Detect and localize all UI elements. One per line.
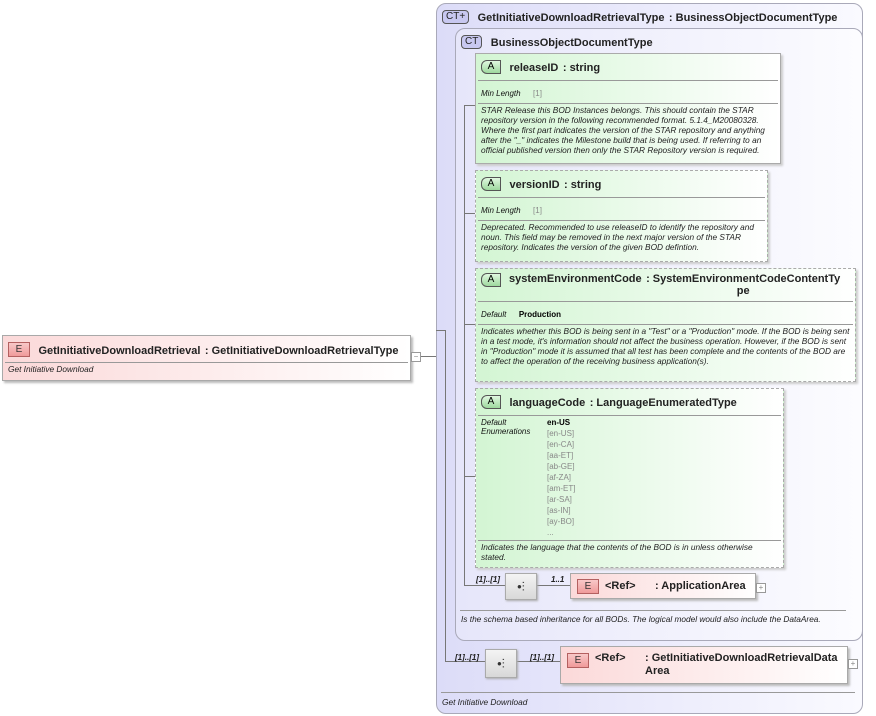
attribute-badge: A (481, 176, 501, 191)
facet-value: Production (518, 310, 562, 319)
attribute-name: releaseID (509, 62, 559, 74)
attribute-name: languageCode (509, 397, 586, 409)
child-occurs: [1]..[1] (530, 653, 554, 662)
attribute-languageCode[interactable]: A languageCode : LanguageEnumeratedType … (475, 388, 784, 568)
root-element-name: GetInitiativeDownloadRetrieval (38, 345, 201, 357)
ref-application-area[interactable]: E <Ref> : ApplicationArea (570, 573, 756, 599)
ref-data-area[interactable]: E <Ref> : GetInitiativeDownloadRetrieval… (560, 646, 848, 684)
complex-type-badge: CT (461, 34, 483, 49)
inner-type-name: BusinessObjectDocumentType (490, 37, 653, 49)
sequence-occurs: [1]..[1] (455, 653, 479, 662)
facet-value: [1] (533, 89, 542, 98)
child-occurs: 1..1 (551, 575, 565, 584)
enumeration-value: [ar-SA] (547, 495, 572, 504)
outer-type-base: : BusinessObjectDocumentType (668, 12, 838, 24)
enumeration-value: [af-ZA] (547, 473, 572, 482)
element-badge: E (567, 653, 589, 668)
ref-type: : ApplicationArea (655, 580, 746, 592)
facet-label: Default (481, 418, 507, 427)
attribute-desc: Deprecated. Recommended to use releaseID… (481, 222, 755, 252)
enumeration-value: [aa-ET] (547, 451, 574, 460)
attribute-versionID[interactable]: A versionID : string Min Length [1] Depr… (475, 170, 768, 262)
facet-label: Min Length (481, 206, 521, 215)
enumerations-label: Enumerations (481, 427, 531, 436)
root-element-desc: Get Initiative Download (8, 364, 94, 374)
inner-type-desc: Is the schema based inheritance for all … (461, 614, 821, 624)
facet-value: en-US (547, 418, 571, 427)
attribute-badge: A (481, 59, 501, 74)
complex-type-badge: CT+ (442, 9, 470, 24)
sequence-icon[interactable]: •⫶ (485, 649, 517, 678)
ref-label: <Ref> (595, 652, 626, 664)
attribute-type: : string (562, 62, 601, 74)
attribute-name: versionID (509, 179, 560, 191)
ref-type: : GetInitiativeDownloadRetrievalDataArea (645, 652, 838, 677)
enumeration-value: [am-ET] (547, 484, 576, 493)
attribute-type: : SystemEnvironmentCodeContentType (646, 273, 841, 297)
root-element[interactable]: E GetInitiativeDownloadRetrieval : GetIn… (2, 335, 411, 381)
enumeration-value: ... (547, 528, 554, 537)
attribute-systemEnvironmentCode[interactable]: A systemEnvironmentCode : SystemEnvironm… (475, 268, 856, 382)
attribute-desc: STAR Release this BOD Instances belongs.… (481, 105, 765, 155)
enumeration-value: [en-US] (547, 429, 575, 438)
facet-label: Min Length (481, 89, 521, 98)
facet-label: Default (481, 310, 507, 319)
outer-type-desc: Get Initiative Download (442, 697, 528, 707)
collapse-toggle[interactable]: − (411, 352, 421, 362)
attribute-type: : LanguageEnumeratedType (589, 397, 737, 409)
expand-toggle[interactable]: + (848, 659, 858, 669)
attribute-desc: Indicates whether this BOD is being sent… (481, 326, 850, 366)
element-badge: E (8, 342, 30, 358)
root-element-type: : GetInitiativeDownloadRetrievalType (204, 345, 399, 357)
attribute-type: : string (564, 179, 602, 191)
attribute-name: systemEnvironmentCode (509, 273, 642, 285)
sequence-icon[interactable]: •⫶ (505, 573, 537, 600)
ref-label: <Ref> (605, 580, 636, 592)
enumeration-list: [en-US] [en-CA] [aa-ET] [ab-GE] [af-ZA] [am-E… (547, 428, 575, 538)
enumeration-value: [ay-BO] (547, 517, 575, 526)
attribute-releaseID[interactable]: A releaseID : string Min Length [1] STAR… (475, 53, 781, 164)
expand-toggle[interactable]: + (756, 583, 766, 593)
attribute-desc: Indicates the language that the contents… (481, 542, 753, 562)
attribute-badge: A (481, 273, 501, 287)
enumeration-value: [as-IN] (547, 506, 571, 515)
element-badge: E (577, 578, 599, 594)
outer-type-name: GetInitiativeDownloadRetrievalType (477, 12, 665, 24)
attribute-badge: A (481, 394, 501, 409)
sequence-occurs: [1]..[1] (476, 575, 500, 584)
enumeration-value: [en-CA] (547, 440, 575, 449)
facet-value: [1] (533, 206, 542, 215)
enumeration-value: [ab-GE] (547, 462, 575, 471)
